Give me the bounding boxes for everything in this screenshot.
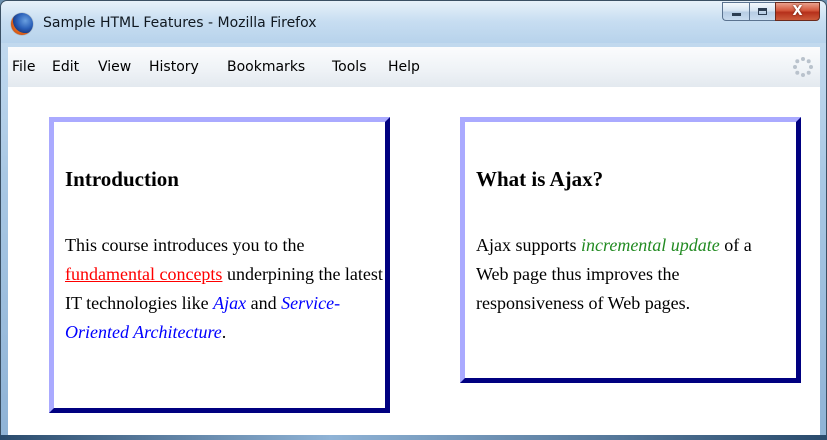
window-controls: X — [722, 2, 820, 22]
menu-bookmarks[interactable]: Bookmarks — [227, 59, 305, 75]
intro-text-3: and — [246, 293, 282, 313]
ajax-text-1: Ajax supports — [476, 235, 581, 255]
minimize-button[interactable] — [722, 2, 749, 21]
menu-help[interactable]: Help — [388, 59, 420, 75]
what-is-ajax-paragraph: Ajax supports incremental update of a We… — [476, 231, 786, 318]
incremental-update-emphasis: incremental update — [581, 235, 720, 255]
close-icon: X — [792, 4, 803, 19]
page-content: Introduction This course introduces you … — [8, 87, 820, 436]
minimize-icon — [731, 13, 741, 16]
intro-text-1: This course introduces you to the — [65, 235, 305, 255]
introduction-heading: Introduction — [65, 167, 179, 191]
ajax-emphasis: Ajax — [213, 293, 247, 313]
firefox-logo-icon[interactable] — [11, 13, 33, 35]
title-bar[interactable]: Sample HTML Features - Mozilla Firefox X — [1, 1, 826, 43]
menu-bar: File Edit View History Bookmarks Tools H… — [8, 47, 820, 88]
window-title: Sample HTML Features - Mozilla Firefox — [43, 15, 317, 31]
close-button[interactable]: X — [775, 2, 820, 21]
fundamental-concepts-link[interactable]: fundamental concepts — [65, 264, 222, 284]
maximize-icon — [758, 8, 767, 15]
what-is-ajax-heading: What is Ajax? — [476, 167, 604, 191]
menu-edit[interactable]: Edit — [52, 59, 79, 75]
introduction-box: Introduction This course introduces you … — [49, 117, 390, 413]
menu-tools[interactable]: Tools — [332, 59, 367, 75]
menu-file[interactable]: File — [12, 59, 35, 75]
browser-window: Sample HTML Features - Mozilla Firefox X… — [0, 0, 827, 440]
what-is-ajax-box: What is Ajax? Ajax supports incremental … — [460, 117, 801, 383]
maximize-button[interactable] — [749, 2, 775, 21]
menu-history[interactable]: History — [149, 59, 199, 75]
introduction-paragraph: This course introduces you to the fundame… — [65, 231, 385, 347]
menu-view[interactable]: View — [98, 59, 131, 75]
taskbar-edge — [0, 435, 827, 440]
intro-text-4: . — [221, 322, 227, 342]
loading-throbber-icon — [793, 57, 813, 77]
